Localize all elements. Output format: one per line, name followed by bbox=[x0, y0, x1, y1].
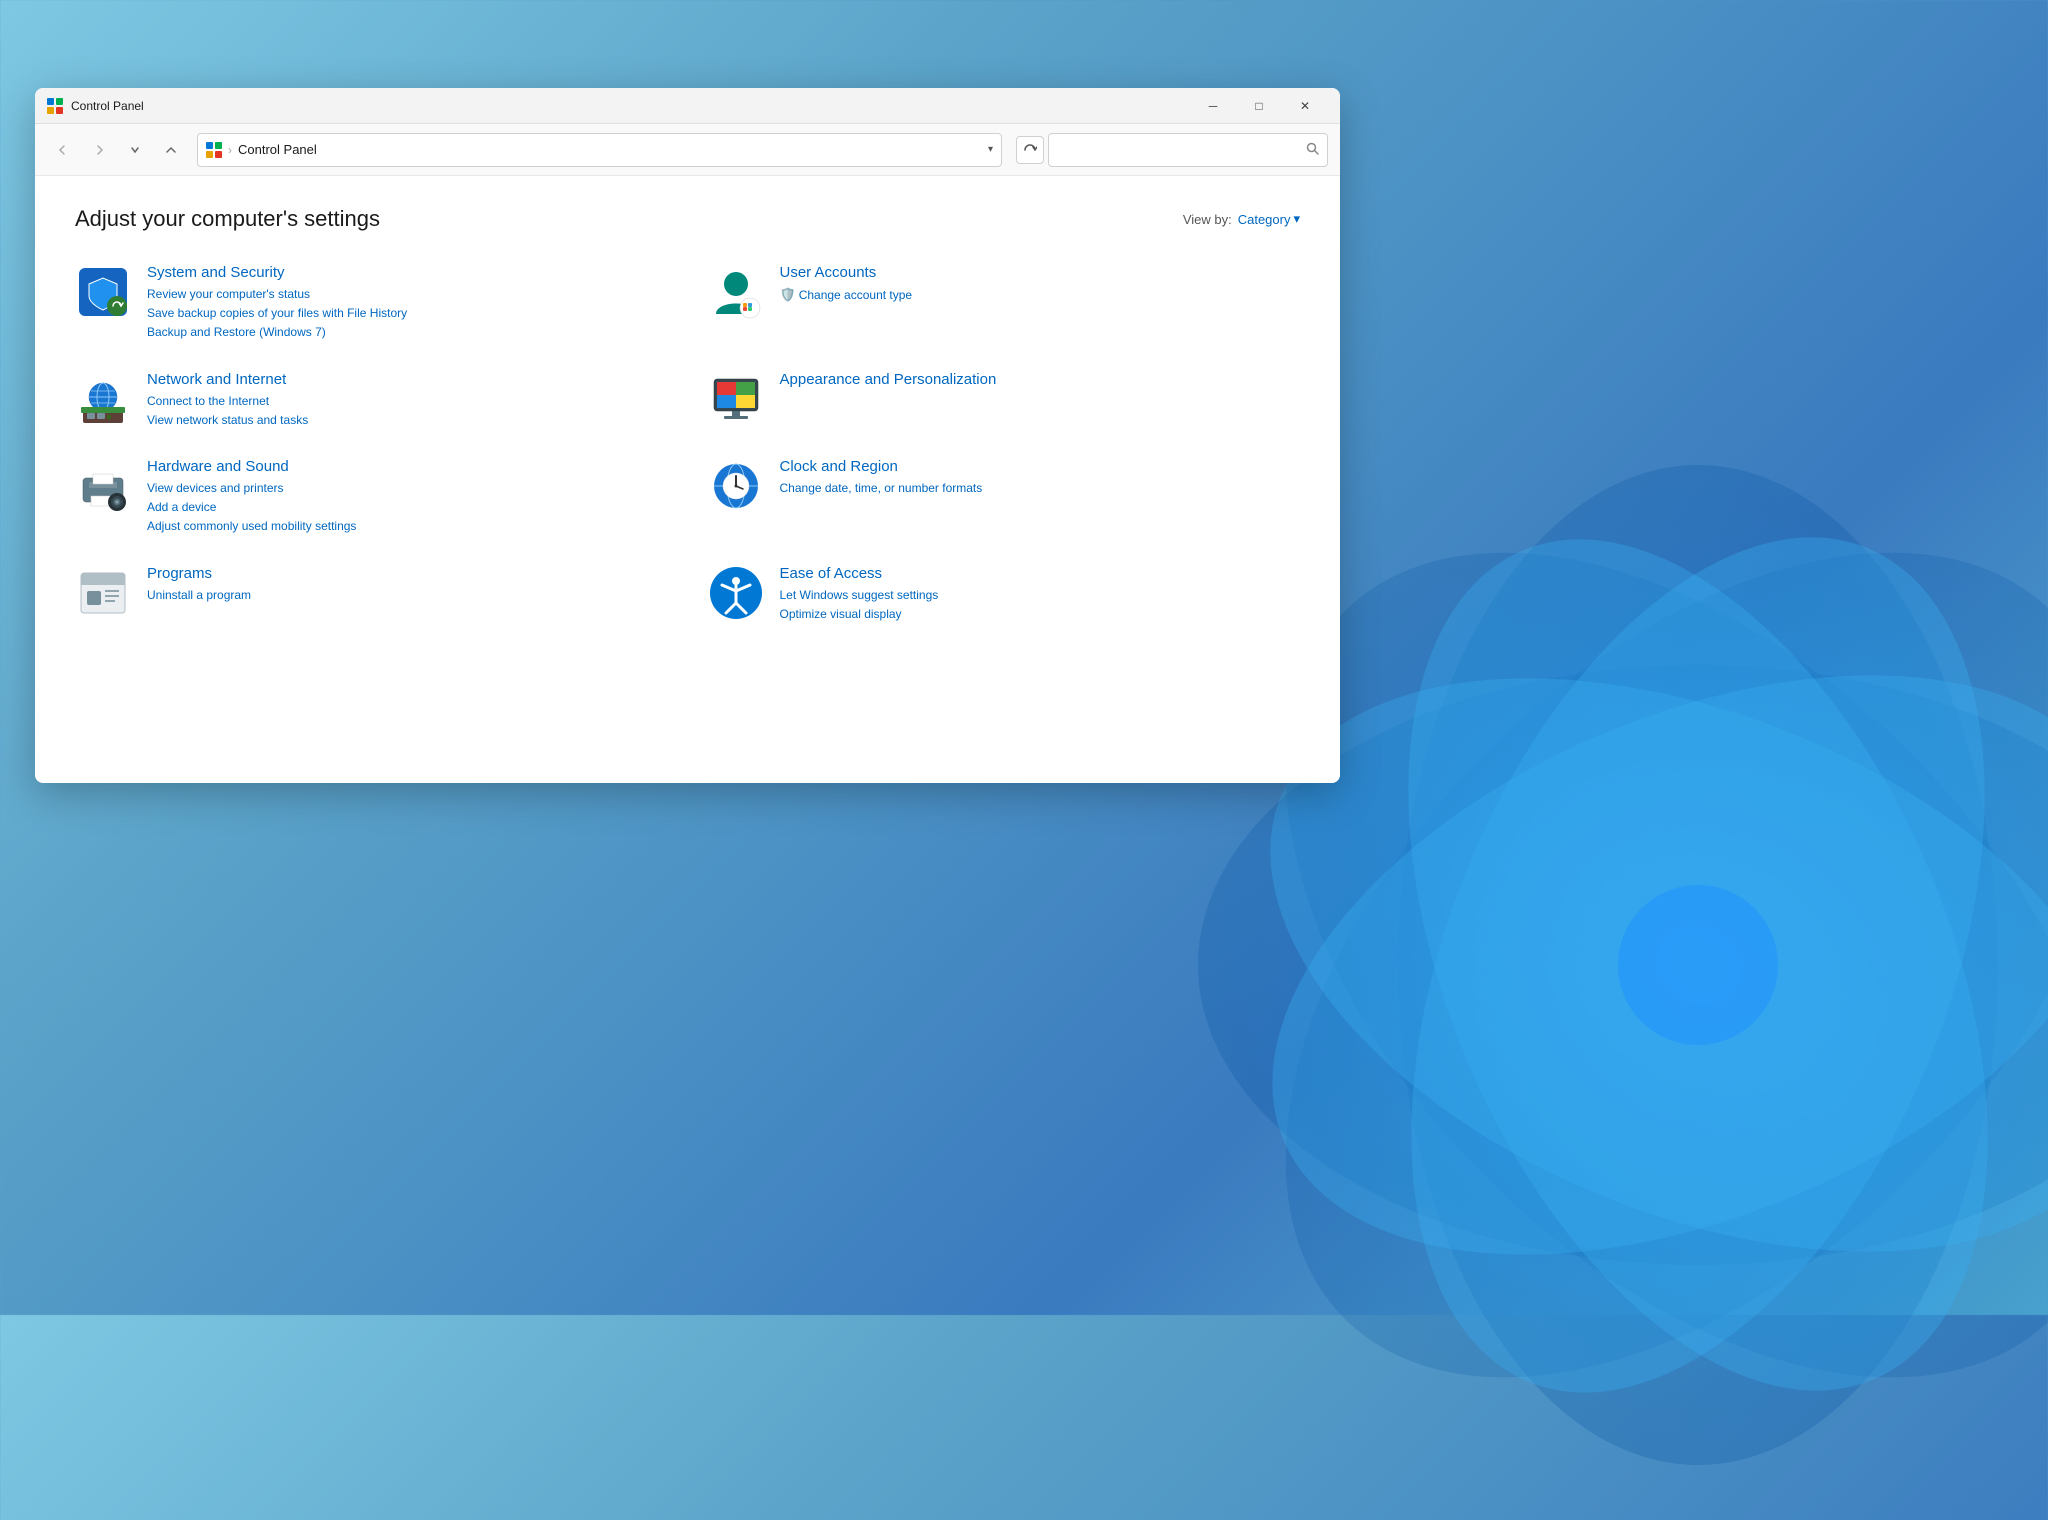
network-internet-link-1[interactable]: Connect to the Internet bbox=[147, 392, 668, 411]
system-security-link-2[interactable]: Save backup copies of your files with Fi… bbox=[147, 304, 668, 323]
user-accounts-content: User Accounts 🛡️Change account type bbox=[780, 264, 1301, 306]
system-security-icon bbox=[75, 264, 131, 320]
network-internet-title[interactable]: Network and Internet bbox=[147, 371, 668, 388]
minimize-button[interactable]: ─ bbox=[1190, 88, 1236, 124]
content-area: Adjust your computer's settings View by:… bbox=[35, 176, 1340, 783]
titlebar: Control Panel ─ □ ✕ bbox=[35, 88, 1340, 124]
hardware-sound-link-3[interactable]: Adjust commonly used mobility settings bbox=[147, 517, 668, 536]
network-internet-icon bbox=[75, 371, 131, 427]
ease-of-access-icon bbox=[708, 565, 764, 621]
category-appearance: Appearance and Personalization bbox=[708, 371, 1301, 430]
address-icon bbox=[206, 142, 222, 158]
programs-icon bbox=[75, 565, 131, 621]
ease-of-access-title[interactable]: Ease of Access bbox=[780, 565, 1301, 582]
user-accounts-title[interactable]: User Accounts bbox=[780, 264, 1301, 281]
view-by-label: View by: bbox=[1183, 212, 1232, 227]
programs-title[interactable]: Programs bbox=[147, 565, 668, 582]
control-panel-window: Control Panel ─ □ ✕ bbox=[35, 88, 1340, 783]
address-separator: › bbox=[228, 143, 232, 157]
clock-region-link-1[interactable]: Change date, time, or number formats bbox=[780, 479, 1301, 498]
user-accounts-icon bbox=[708, 264, 764, 320]
search-bar[interactable] bbox=[1048, 133, 1328, 167]
ease-of-access-content: Ease of Access Let Windows suggest setti… bbox=[780, 565, 1301, 624]
navbar: › Control Panel ▾ bbox=[35, 124, 1340, 176]
system-security-title[interactable]: System and Security bbox=[147, 264, 668, 281]
hardware-sound-title[interactable]: Hardware and Sound bbox=[147, 458, 668, 475]
category-programs: Programs Uninstall a program bbox=[75, 565, 668, 624]
appearance-title[interactable]: Appearance and Personalization bbox=[780, 371, 1301, 388]
view-by-value-text: Category bbox=[1238, 212, 1291, 227]
appearance-icon bbox=[708, 371, 764, 427]
network-internet-content: Network and Internet Connect to the Inte… bbox=[147, 371, 668, 430]
categories-grid: System and Security Review your computer… bbox=[75, 264, 1300, 624]
search-input[interactable] bbox=[1057, 142, 1300, 157]
ease-of-access-link-1[interactable]: Let Windows suggest settings bbox=[780, 586, 1301, 605]
category-system-security: System and Security Review your computer… bbox=[75, 264, 668, 343]
address-bar[interactable]: › Control Panel ▾ bbox=[197, 133, 1002, 167]
programs-link-1[interactable]: Uninstall a program bbox=[147, 586, 668, 605]
category-clock-region: Clock and Region Change date, time, or n… bbox=[708, 458, 1301, 537]
hardware-sound-link-2[interactable]: Add a device bbox=[147, 498, 668, 517]
programs-content: Programs Uninstall a program bbox=[147, 565, 668, 605]
appearance-content: Appearance and Personalization bbox=[780, 371, 1301, 392]
category-network-internet: Network and Internet Connect to the Inte… bbox=[75, 371, 668, 430]
system-security-link-1[interactable]: Review your computer's status bbox=[147, 285, 668, 304]
address-dropdown-icon[interactable]: ▾ bbox=[988, 144, 993, 155]
ease-of-access-link-2[interactable]: Optimize visual display bbox=[780, 605, 1301, 624]
clock-region-content: Clock and Region Change date, time, or n… bbox=[780, 458, 1301, 498]
view-by-dropdown-icon: ▾ bbox=[1293, 211, 1300, 227]
history-dropdown-button[interactable] bbox=[119, 134, 151, 166]
system-security-content: System and Security Review your computer… bbox=[147, 264, 668, 343]
forward-button[interactable] bbox=[83, 134, 115, 166]
up-button[interactable] bbox=[155, 134, 187, 166]
system-security-link-3[interactable]: Backup and Restore (Windows 7) bbox=[147, 323, 668, 342]
view-by-dropdown[interactable]: Category ▾ bbox=[1238, 211, 1300, 227]
address-path: Control Panel bbox=[238, 142, 982, 157]
search-icon bbox=[1306, 142, 1319, 158]
hardware-sound-content: Hardware and Sound View devices and prin… bbox=[147, 458, 668, 537]
clock-region-title[interactable]: Clock and Region bbox=[780, 458, 1301, 475]
view-by-control: View by: Category ▾ bbox=[1183, 211, 1300, 227]
control-panel-icon bbox=[47, 98, 63, 114]
close-button[interactable]: ✕ bbox=[1282, 88, 1328, 124]
clock-region-icon bbox=[708, 458, 764, 514]
window-title: Control Panel bbox=[71, 99, 1190, 113]
page-title: Adjust your computer's settings bbox=[75, 206, 380, 232]
category-ease-of-access: Ease of Access Let Windows suggest setti… bbox=[708, 565, 1301, 624]
refresh-button[interactable] bbox=[1016, 136, 1044, 164]
window-controls: ─ □ ✕ bbox=[1190, 88, 1328, 124]
category-user-accounts: User Accounts 🛡️Change account type bbox=[708, 264, 1301, 343]
hardware-sound-icon bbox=[75, 458, 131, 514]
hardware-sound-link-1[interactable]: View devices and printers bbox=[147, 479, 668, 498]
page-header: Adjust your computer's settings View by:… bbox=[75, 206, 1300, 232]
network-internet-link-2[interactable]: View network status and tasks bbox=[147, 411, 668, 430]
back-button[interactable] bbox=[47, 134, 79, 166]
category-hardware-sound: Hardware and Sound View devices and prin… bbox=[75, 458, 668, 537]
user-accounts-link-1[interactable]: 🛡️Change account type bbox=[780, 285, 1301, 306]
maximize-button[interactable]: □ bbox=[1236, 88, 1282, 124]
